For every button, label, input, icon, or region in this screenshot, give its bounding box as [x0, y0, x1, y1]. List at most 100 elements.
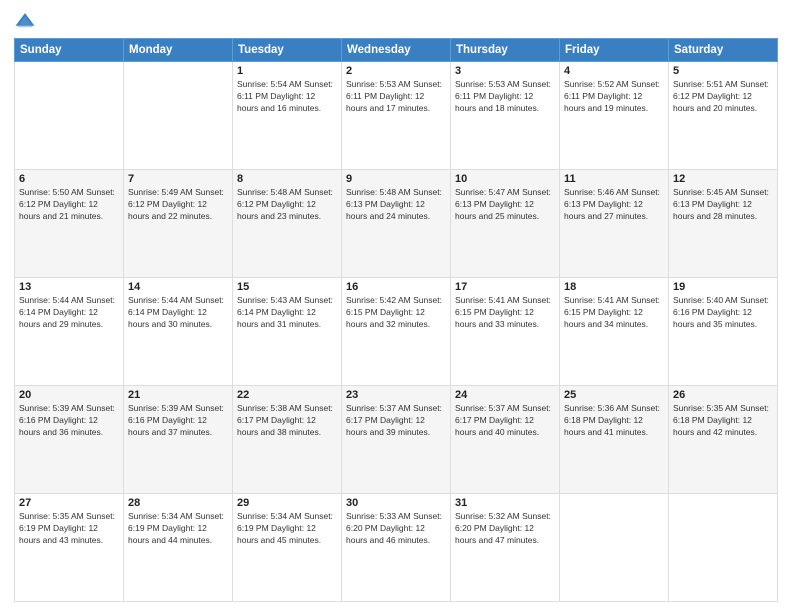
table-row: 16 Sunrise: 5:42 AM Sunset: 6:15 PM Dayli…	[342, 278, 451, 386]
day-number: 7	[128, 173, 228, 185]
logo-icon	[14, 10, 36, 32]
day-number: 24	[455, 389, 555, 401]
day-info: Sunrise: 5:48 AM Sunset: 6:13 PM Dayligh…	[346, 187, 446, 223]
day-info: Sunrise: 5:45 AM Sunset: 6:13 PM Dayligh…	[673, 187, 773, 223]
day-info: Sunrise: 5:42 AM Sunset: 6:15 PM Dayligh…	[346, 295, 446, 331]
day-info: Sunrise: 5:35 AM Sunset: 6:18 PM Dayligh…	[673, 403, 773, 439]
day-number: 12	[673, 173, 773, 185]
day-info: Sunrise: 5:41 AM Sunset: 6:15 PM Dayligh…	[455, 295, 555, 331]
day-number: 29	[237, 497, 337, 509]
table-row: 22 Sunrise: 5:38 AM Sunset: 6:17 PM Dayli…	[233, 386, 342, 494]
day-number: 21	[128, 389, 228, 401]
table-row: 24 Sunrise: 5:37 AM Sunset: 6:17 PM Dayli…	[451, 386, 560, 494]
day-number: 17	[455, 281, 555, 293]
day-info: Sunrise: 5:53 AM Sunset: 6:11 PM Dayligh…	[346, 79, 446, 115]
header-row: Sunday Monday Tuesday Wednesday Thursday…	[15, 39, 778, 62]
table-row: 17 Sunrise: 5:41 AM Sunset: 6:15 PM Dayli…	[451, 278, 560, 386]
day-info: Sunrise: 5:32 AM Sunset: 6:20 PM Dayligh…	[455, 511, 555, 547]
table-row: 14 Sunrise: 5:44 AM Sunset: 6:14 PM Dayli…	[124, 278, 233, 386]
day-number: 11	[564, 173, 664, 185]
day-number: 18	[564, 281, 664, 293]
day-number: 16	[346, 281, 446, 293]
table-row: 28 Sunrise: 5:34 AM Sunset: 6:19 PM Dayli…	[124, 494, 233, 602]
table-row	[124, 62, 233, 170]
table-row: 10Sunrise: 5:47 AM Sunset: 6:13 PM Dayli…	[451, 170, 560, 278]
table-row: 26 Sunrise: 5:35 AM Sunset: 6:18 PM Dayli…	[669, 386, 778, 494]
table-row: 13Sunrise: 5:44 AM Sunset: 6:14 PM Dayli…	[15, 278, 124, 386]
day-number: 9	[346, 173, 446, 185]
day-number: 26	[673, 389, 773, 401]
table-row: 2Sunrise: 5:53 AM Sunset: 6:11 PM Daylig…	[342, 62, 451, 170]
table-row: 25Sunrise: 5:36 AM Sunset: 6:18 PM Dayli…	[560, 386, 669, 494]
day-number: 1	[237, 65, 337, 77]
day-info: Sunrise: 5:50 AM Sunset: 6:12 PM Dayligh…	[19, 187, 119, 223]
calendar-row-2: 6 Sunrise: 5:50 AM Sunset: 6:12 PM Daylig…	[15, 170, 778, 278]
table-row: 1 Sunrise: 5:54 AM Sunset: 6:11 PM Daylig…	[233, 62, 342, 170]
day-number: 15	[237, 281, 337, 293]
table-row: 23 Sunrise: 5:37 AM Sunset: 6:17 PM Dayli…	[342, 386, 451, 494]
table-row: 18 Sunrise: 5:41 AM Sunset: 6:15 PM Dayli…	[560, 278, 669, 386]
day-number: 23	[346, 389, 446, 401]
day-info: Sunrise: 5:38 AM Sunset: 6:17 PM Dayligh…	[237, 403, 337, 439]
col-sunday: Sunday	[15, 39, 124, 62]
day-info: Sunrise: 5:47 AM Sunset: 6:13 PM Dayligh…	[455, 187, 555, 223]
day-number: 31	[455, 497, 555, 509]
day-info: Sunrise: 5:39 AM Sunset: 6:16 PM Dayligh…	[128, 403, 228, 439]
day-number: 28	[128, 497, 228, 509]
day-number: 14	[128, 281, 228, 293]
day-info: Sunrise: 5:54 AM Sunset: 6:11 PM Dayligh…	[237, 79, 337, 115]
calendar-row-1: 1 Sunrise: 5:54 AM Sunset: 6:11 PM Daylig…	[15, 62, 778, 170]
col-thursday: Thursday	[451, 39, 560, 62]
day-number: 27	[19, 497, 119, 509]
col-saturday: Saturday	[669, 39, 778, 62]
table-row	[669, 494, 778, 602]
day-info: Sunrise: 5:53 AM Sunset: 6:11 PM Dayligh…	[455, 79, 555, 115]
day-info: Sunrise: 5:40 AM Sunset: 6:16 PM Dayligh…	[673, 295, 773, 331]
table-row: 7 Sunrise: 5:49 AM Sunset: 6:12 PM Daylig…	[124, 170, 233, 278]
table-row: 19 Sunrise: 5:40 AM Sunset: 6:16 PM Dayli…	[669, 278, 778, 386]
day-number: 19	[673, 281, 773, 293]
day-info: Sunrise: 5:46 AM Sunset: 6:13 PM Dayligh…	[564, 187, 664, 223]
table-row: 8Sunrise: 5:48 AM Sunset: 6:12 PM Daylig…	[233, 170, 342, 278]
day-info: Sunrise: 5:33 AM Sunset: 6:20 PM Dayligh…	[346, 511, 446, 547]
day-info: Sunrise: 5:44 AM Sunset: 6:14 PM Dayligh…	[128, 295, 228, 331]
calendar: Sunday Monday Tuesday Wednesday Thursday…	[14, 38, 778, 602]
page: Sunday Monday Tuesday Wednesday Thursday…	[0, 0, 792, 612]
calendar-row-3: 13Sunrise: 5:44 AM Sunset: 6:14 PM Dayli…	[15, 278, 778, 386]
calendar-row-4: 20Sunrise: 5:39 AM Sunset: 6:16 PM Dayli…	[15, 386, 778, 494]
day-number: 4	[564, 65, 664, 77]
day-info: Sunrise: 5:51 AM Sunset: 6:12 PM Dayligh…	[673, 79, 773, 115]
day-number: 6	[19, 173, 119, 185]
day-info: Sunrise: 5:48 AM Sunset: 6:12 PM Dayligh…	[237, 187, 337, 223]
logo	[14, 10, 40, 32]
header	[14, 10, 778, 32]
table-row: 6 Sunrise: 5:50 AM Sunset: 6:12 PM Daylig…	[15, 170, 124, 278]
col-tuesday: Tuesday	[233, 39, 342, 62]
table-row	[15, 62, 124, 170]
table-row: 12 Sunrise: 5:45 AM Sunset: 6:13 PM Dayli…	[669, 170, 778, 278]
calendar-row-5: 27 Sunrise: 5:35 AM Sunset: 6:19 PM Dayli…	[15, 494, 778, 602]
day-info: Sunrise: 5:34 AM Sunset: 6:19 PM Dayligh…	[128, 511, 228, 547]
day-info: Sunrise: 5:41 AM Sunset: 6:15 PM Dayligh…	[564, 295, 664, 331]
day-info: Sunrise: 5:43 AM Sunset: 6:14 PM Dayligh…	[237, 295, 337, 331]
day-info: Sunrise: 5:34 AM Sunset: 6:19 PM Dayligh…	[237, 511, 337, 547]
day-info: Sunrise: 5:37 AM Sunset: 6:17 PM Dayligh…	[346, 403, 446, 439]
day-info: Sunrise: 5:35 AM Sunset: 6:19 PM Dayligh…	[19, 511, 119, 547]
table-row: 4Sunrise: 5:52 AM Sunset: 6:11 PM Daylig…	[560, 62, 669, 170]
day-number: 22	[237, 389, 337, 401]
day-number: 3	[455, 65, 555, 77]
table-row: 11 Sunrise: 5:46 AM Sunset: 6:13 PM Dayli…	[560, 170, 669, 278]
day-info: Sunrise: 5:49 AM Sunset: 6:12 PM Dayligh…	[128, 187, 228, 223]
table-row: 5 Sunrise: 5:51 AM Sunset: 6:12 PM Daylig…	[669, 62, 778, 170]
day-number: 25	[564, 389, 664, 401]
table-row: 3 Sunrise: 5:53 AM Sunset: 6:11 PM Daylig…	[451, 62, 560, 170]
table-row: 30 Sunrise: 5:33 AM Sunset: 6:20 PM Dayli…	[342, 494, 451, 602]
day-number: 30	[346, 497, 446, 509]
table-row: 31 Sunrise: 5:32 AM Sunset: 6:20 PM Dayli…	[451, 494, 560, 602]
col-friday: Friday	[560, 39, 669, 62]
day-number: 5	[673, 65, 773, 77]
table-row: 29 Sunrise: 5:34 AM Sunset: 6:19 PM Dayli…	[233, 494, 342, 602]
day-info: Sunrise: 5:37 AM Sunset: 6:17 PM Dayligh…	[455, 403, 555, 439]
table-row: 9 Sunrise: 5:48 AM Sunset: 6:13 PM Daylig…	[342, 170, 451, 278]
table-row: 15 Sunrise: 5:43 AM Sunset: 6:14 PM Dayli…	[233, 278, 342, 386]
